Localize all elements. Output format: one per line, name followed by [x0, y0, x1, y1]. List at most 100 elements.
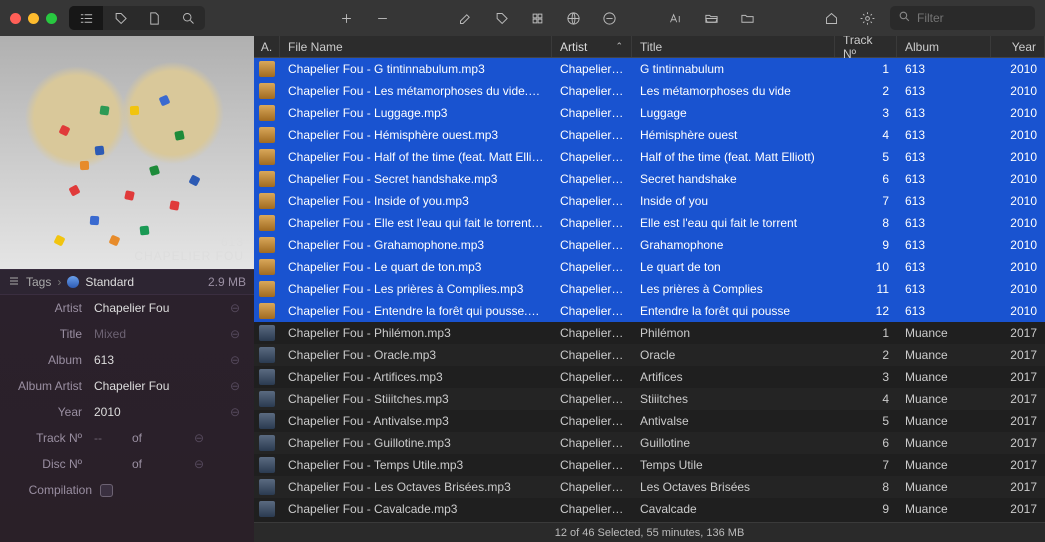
table-row[interactable]: Chapelier Fou - Guillotine.mp3Chapelier … — [254, 432, 1045, 454]
row-artist: Chapelier Fou — [552, 128, 632, 142]
home-button[interactable] — [814, 6, 848, 30]
row-title: Entendre la forêt qui pousse — [632, 304, 835, 318]
tag-button[interactable] — [485, 6, 519, 30]
row-file: Chapelier Fou - Oracle.mp3 — [280, 348, 552, 362]
table-row[interactable]: Chapelier Fou - Grahamophone.mp3Chapelie… — [254, 234, 1045, 256]
year-field[interactable]: 2010 — [90, 403, 220, 421]
add-button[interactable] — [329, 6, 363, 30]
field-menu-icon[interactable]: ⊖ — [192, 431, 206, 445]
trackno-button[interactable] — [521, 6, 555, 30]
track-total-field[interactable] — [154, 436, 184, 440]
remove-button[interactable] — [365, 6, 399, 30]
table-row[interactable]: Chapelier Fou - Inside of you.mp3Chapeli… — [254, 190, 1045, 212]
album-field[interactable]: 613 — [90, 351, 220, 369]
row-track: 5 — [835, 150, 897, 164]
table-row[interactable]: Chapelier Fou - Secret handshake.mp3Chap… — [254, 168, 1045, 190]
table-row[interactable]: Chapelier Fou - Hémisphère ouest.mp3Chap… — [254, 124, 1045, 146]
row-track: 9 — [835, 502, 897, 516]
table-row[interactable]: Chapelier Fou - Temps Utile.mp3Chapelier… — [254, 454, 1045, 476]
table-row[interactable]: Chapelier Fou - G tintinnabulum.mp3Chape… — [254, 58, 1045, 80]
table-row[interactable]: Chapelier Fou - Les métamorphoses du vid… — [254, 80, 1045, 102]
row-title: Elle est l'eau qui fait le torrent — [632, 216, 835, 230]
edit-button[interactable] — [449, 6, 483, 30]
table-row[interactable]: Chapelier Fou - Oracle.mp3Chapelier FouO… — [254, 344, 1045, 366]
web-button[interactable] — [557, 6, 591, 30]
folder-open-button[interactable] — [695, 6, 729, 30]
view-tag-button[interactable] — [103, 6, 137, 30]
field-menu-icon[interactable]: ⊖ — [228, 353, 242, 367]
tag-scope-bar[interactable]: Tags › Standard 2.9 MB — [0, 269, 254, 295]
col-art[interactable]: A. — [254, 36, 280, 57]
row-album: Muance — [897, 370, 991, 384]
row-title: Artifices — [632, 370, 835, 384]
row-album: 613 — [897, 106, 991, 120]
col-album[interactable]: Album — [897, 36, 991, 57]
col-artist[interactable]: Artist⌃ — [552, 36, 632, 57]
compilation-checkbox[interactable] — [100, 484, 113, 497]
row-art-icon — [254, 259, 280, 275]
row-artist: Chapelier Fou — [552, 436, 632, 450]
field-menu-icon[interactable]: ⊖ — [228, 379, 242, 393]
row-track: 11 — [835, 282, 897, 296]
col-title[interactable]: Title — [632, 36, 835, 57]
filter-input[interactable] — [917, 11, 1045, 25]
disc-total-field[interactable] — [154, 462, 184, 466]
row-file: Chapelier Fou - Cavalcade.mp3 — [280, 502, 552, 516]
field-menu-icon[interactable]: ⊖ — [192, 457, 206, 471]
field-menu-icon[interactable]: ⊖ — [228, 327, 242, 341]
filter-search[interactable] — [890, 6, 1035, 30]
row-art-icon — [254, 391, 280, 407]
row-title: Hémisphère ouest — [632, 128, 835, 142]
remove-tag-button[interactable] — [593, 6, 627, 30]
row-year: 2010 — [991, 84, 1045, 98]
view-file-button[interactable] — [137, 6, 171, 30]
artist-field[interactable]: Chapelier Fou — [90, 299, 220, 317]
table-row[interactable]: Chapelier Fou - Stiiitches.mp3Chapelier … — [254, 388, 1045, 410]
table-row[interactable]: Chapelier Fou - Antivalse.mp3Chapelier F… — [254, 410, 1045, 432]
scope-badge-icon — [67, 276, 79, 288]
table-row[interactable]: Chapelier Fou - Entendre la forêt qui po… — [254, 300, 1045, 322]
folder-button[interactable] — [731, 6, 765, 30]
zoom-window-button[interactable] — [46, 13, 57, 24]
track-field[interactable]: -- — [90, 429, 120, 447]
settings-button[interactable] — [850, 6, 884, 30]
view-search-button[interactable] — [171, 6, 205, 30]
row-art-icon — [254, 347, 280, 363]
row-track: 9 — [835, 238, 897, 252]
col-file[interactable]: File Name — [280, 36, 552, 57]
table-row[interactable]: Chapelier Fou - Luggage.mp3Chapelier Fou… — [254, 102, 1045, 124]
disc-field[interactable] — [90, 462, 120, 466]
table-body[interactable]: Chapelier Fou - G tintinnabulum.mp3Chape… — [254, 58, 1045, 522]
table-row[interactable]: Chapelier Fou - Philémon.mp3Chapelier Fo… — [254, 322, 1045, 344]
row-year: 2017 — [991, 392, 1045, 406]
row-artist: Chapelier Fou — [552, 84, 632, 98]
col-track[interactable]: Track Nº — [835, 36, 897, 57]
row-artist: Chapelier Fou — [552, 304, 632, 318]
window-controls — [10, 13, 57, 24]
albumartist-field[interactable]: Chapelier Fou — [90, 377, 220, 395]
minimize-window-button[interactable] — [28, 13, 39, 24]
row-artist: Chapelier Fou — [552, 370, 632, 384]
table-row[interactable]: Chapelier Fou - Cavalcade.mp3Chapelier F… — [254, 498, 1045, 520]
col-year[interactable]: Year — [991, 36, 1045, 57]
table-row[interactable]: Chapelier Fou - Le quart de ton.mp3Chape… — [254, 256, 1045, 278]
title-field[interactable]: Mixed — [90, 325, 220, 343]
row-artist: Chapelier Fou — [552, 502, 632, 516]
text-case-button[interactable] — [659, 6, 693, 30]
close-window-button[interactable] — [10, 13, 21, 24]
table-row[interactable]: Chapelier Fou - Half of the time (feat. … — [254, 146, 1045, 168]
field-menu-icon[interactable]: ⊖ — [228, 405, 242, 419]
table-row[interactable]: Chapelier Fou - Les Octaves Brisées.mp3C… — [254, 476, 1045, 498]
row-art-icon — [254, 479, 280, 495]
row-year: 2017 — [991, 348, 1045, 362]
row-track: 12 — [835, 304, 897, 318]
table-row[interactable]: Chapelier Fou - Artifices.mp3Chapelier F… — [254, 366, 1045, 388]
row-artist: Chapelier Fou — [552, 216, 632, 230]
view-list-button[interactable] — [69, 6, 103, 30]
cover-art[interactable]: 613 CHAPELIER FOU — [0, 36, 254, 269]
table-row[interactable]: Chapelier Fou - Les prières à Complies.m… — [254, 278, 1045, 300]
field-menu-icon[interactable]: ⊖ — [228, 301, 242, 315]
row-art-icon — [254, 369, 280, 385]
row-title: Luggage — [632, 106, 835, 120]
table-row[interactable]: Chapelier Fou - Elle est l'eau qui fait … — [254, 212, 1045, 234]
